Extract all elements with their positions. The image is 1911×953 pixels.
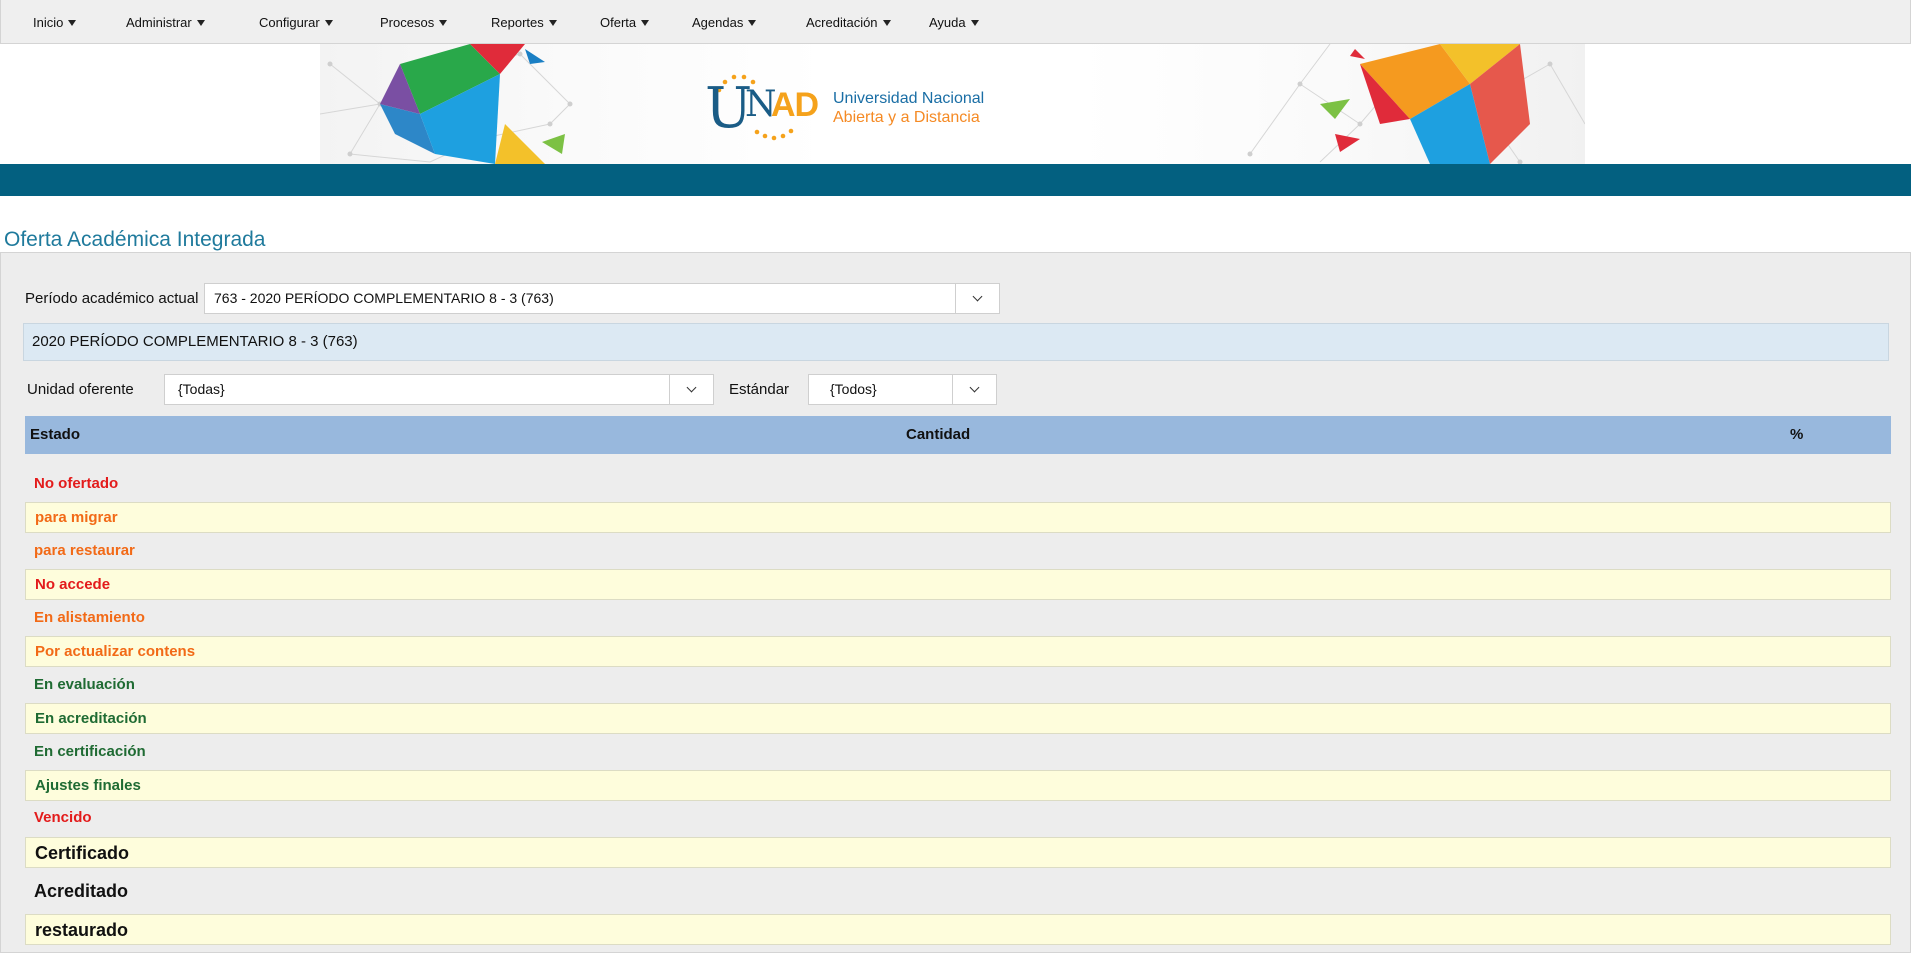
menu-label: Ayuda <box>929 15 966 30</box>
table-row: En evaluación <box>25 670 1891 701</box>
table-row: En acreditación <box>25 703 1891 734</box>
estandar-select-value: {Todos} <box>830 381 877 397</box>
row-estado-label: Certificado <box>35 843 130 863</box>
menu-acreditacion[interactable]: Acreditación <box>806 0 891 43</box>
caret-down-icon <box>548 19 557 26</box>
row-estado-label: En alistamiento <box>34 609 145 626</box>
caret-down-icon <box>196 19 205 26</box>
chevron-down-icon <box>972 291 983 302</box>
row-estado-label: para migrar <box>35 509 118 526</box>
row-estado-label: Ajustes finales <box>35 777 141 794</box>
table-header: Estado Cantidad % <box>25 416 1891 454</box>
caret-down-icon <box>882 19 891 26</box>
row-estado-label: No ofertado <box>34 475 119 492</box>
caret-down-icon <box>439 19 448 26</box>
menu-oferta[interactable]: Oferta <box>600 0 650 43</box>
menu-inicio[interactable]: Inicio <box>33 0 77 43</box>
unidad-label: Unidad oferente <box>27 381 134 398</box>
table-row: En alistamiento <box>25 603 1891 634</box>
menu-configurar[interactable]: Configurar <box>259 0 333 43</box>
periodo-label: Período académico actual <box>25 290 199 307</box>
menu-label: Oferta <box>600 15 637 30</box>
table-row: restaurado <box>25 914 1891 945</box>
header-cantidad: Cantidad <box>906 426 971 443</box>
menu-label: Agendas <box>692 15 744 30</box>
unidad-select-value: {Todas} <box>178 381 225 397</box>
estandar-label: Estándar <box>729 381 790 398</box>
row-estado-label: En acreditación <box>35 710 147 727</box>
row-estado-label: para restaurar <box>34 542 135 559</box>
estandar-select[interactable]: {Todos} <box>808 374 997 405</box>
top-nav: Inicio Administrar Configurar Procesos R… <box>0 0 1911 44</box>
table-row: para restaurar <box>25 536 1891 567</box>
chevron-down-icon <box>969 382 980 393</box>
row-estado-label: En evaluación <box>34 676 135 693</box>
caret-down-icon <box>641 19 650 26</box>
row-estado-label: Acreditado <box>34 881 129 901</box>
unidad-select[interactable]: {Todas} <box>164 374 714 405</box>
header-banner: U N AD Universidad Nacional Abierta y a … <box>0 44 1911 164</box>
logo-line1: Universidad Nacional <box>833 90 985 107</box>
estandar-dropdown-button[interactable] <box>952 375 996 404</box>
caret-down-icon <box>68 19 77 26</box>
unidad-dropdown-button[interactable] <box>669 375 713 404</box>
banner-image: U N AD Universidad Nacional Abierta y a … <box>320 44 1585 164</box>
table-row: Vencido <box>25 803 1891 834</box>
logo-letters-ad: AD <box>771 86 819 124</box>
caret-down-icon <box>748 19 757 26</box>
table-row: Acreditado <box>25 876 1891 907</box>
table-row: Por actualizar contens <box>25 636 1891 667</box>
table-row: Certificado <box>25 837 1891 868</box>
table-row: No ofertado <box>25 469 1891 500</box>
table-row: para migrar <box>25 502 1891 533</box>
menu-reportes[interactable]: Reportes <box>491 0 557 43</box>
row-estado-label: Por actualizar contens <box>35 643 196 660</box>
menu-administrar[interactable]: Administrar <box>126 0 205 43</box>
menu-agendas[interactable]: Agendas <box>692 0 757 43</box>
periodo-select-value: 763 - 2020 PERÍODO COMPLEMENTARIO 8 - 3 … <box>214 290 554 306</box>
menu-label: Reportes <box>491 15 544 30</box>
periodo-info-bar: 2020 PERÍODO COMPLEMENTARIO 8 - 3 (763) <box>23 323 1889 361</box>
row-estado-label: En certificación <box>34 743 146 760</box>
chevron-down-icon <box>686 382 697 393</box>
table-row: Ajustes finales <box>25 770 1891 801</box>
menu-procesos[interactable]: Procesos <box>380 0 448 43</box>
menu-label: Procesos <box>380 15 435 30</box>
logo-line2: Abierta y a Distancia <box>833 109 980 126</box>
menu-label: Configurar <box>259 15 320 30</box>
row-estado-label: restaurado <box>35 920 129 940</box>
table-row: No accede <box>25 569 1891 600</box>
periodo-dropdown-button[interactable] <box>955 284 999 313</box>
menu-label: Inicio <box>33 15 64 30</box>
row-estado-label: Vencido <box>34 809 92 826</box>
page-title: Oferta Académica Integrada <box>4 228 266 251</box>
unad-logo: U N AD Universidad Nacional Abierta y a … <box>705 72 1005 142</box>
menu-ayuda[interactable]: Ayuda <box>929 0 979 43</box>
table-row: En certificación <box>25 737 1891 768</box>
header-estado: Estado <box>30 426 81 443</box>
caret-down-icon <box>970 19 979 26</box>
header-percent: % <box>1790 426 1804 443</box>
caret-down-icon <box>324 19 333 26</box>
header-stripe <box>0 164 1911 196</box>
menu-label: Administrar <box>126 15 192 30</box>
menu-label: Acreditación <box>806 15 878 30</box>
row-estado-label: No accede <box>35 576 111 593</box>
periodo-select[interactable]: 763 - 2020 PERÍODO COMPLEMENTARIO 8 - 3 … <box>204 283 1000 314</box>
